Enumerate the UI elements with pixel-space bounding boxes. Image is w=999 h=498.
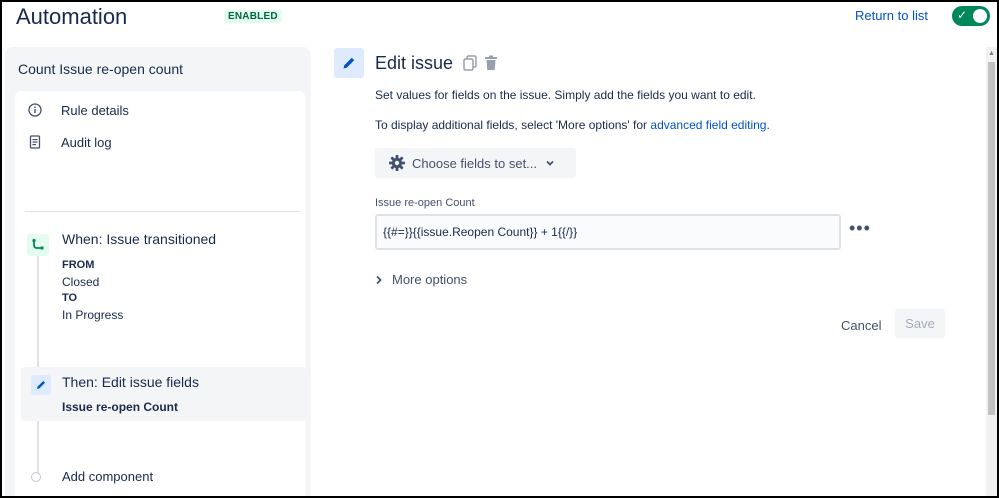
sidebar-item-label: Rule details — [61, 102, 129, 118]
scrollbar[interactable]: ▲ — [986, 47, 997, 496]
panel-title: Edit issue — [375, 53, 454, 73]
trigger-title[interactable]: When: Issue transitioned — [62, 231, 216, 247]
sidebar-item-audit-log[interactable]: Audit log — [25, 130, 295, 154]
trigger-icon[interactable] — [27, 234, 49, 256]
timeline-line — [37, 249, 39, 481]
gear-icon — [388, 154, 406, 172]
sidebar-item-label: Audit log — [61, 134, 112, 150]
rule-components-card: Rule details Audit log When: Issue trans… — [15, 91, 305, 496]
more-options-toggle[interactable]: More options — [375, 272, 467, 287]
rule-name: Count Issue re-open count — [18, 61, 183, 77]
rule-sidebar: Count Issue re-open count Rule details A… — [5, 47, 311, 496]
more-options-hint: To display additional fields, select 'Mo… — [375, 118, 770, 132]
chevron-down-icon — [545, 158, 555, 168]
sidebar-item-rule-details[interactable]: Rule details — [25, 98, 295, 122]
add-component-dot-icon — [31, 471, 41, 482]
pencil-icon — [334, 48, 364, 78]
status-badge: ENABLED — [224, 10, 282, 23]
choose-fields-label: Choose fields to set... — [412, 155, 538, 171]
issue-reopen-count-input[interactable] — [375, 214, 841, 250]
action-item-edit-issue[interactable]: Then: Edit issue fields Issue re-open Co… — [21, 367, 305, 421]
rule-enabled-toggle[interactable]: ✓ — [952, 6, 990, 26]
scroll-thumb[interactable] — [988, 62, 995, 415]
component-editor-panel: Edit issue Set values for fields on the … — [311, 42, 986, 496]
document-icon — [25, 135, 45, 149]
more-options-label: More options — [392, 272, 468, 287]
advanced-field-editing-link[interactable]: advanced field editing — [650, 118, 766, 132]
trigger-from-label: FROM — [62, 259, 95, 271]
chevron-right-icon — [375, 275, 383, 285]
trigger-from-value: Closed — [62, 275, 100, 289]
choose-fields-button[interactable]: Choose fields to set... — [375, 148, 576, 178]
save-button[interactable]: Save — [895, 309, 945, 338]
action-title: Then: Edit issue fields — [62, 374, 199, 390]
copy-icon[interactable] — [463, 55, 477, 76]
divider — [25, 211, 301, 212]
scroll-up-arrow-icon[interactable]: ▲ — [988, 50, 995, 57]
return-to-list-link[interactable]: Return to list — [855, 8, 928, 23]
top-header: Automation ENABLED Return to list ✓ — [2, 2, 997, 42]
more-actions-icon[interactable]: ••• — [849, 218, 871, 239]
trash-icon[interactable] — [484, 55, 498, 76]
action-subtitle: Issue re-open Count — [62, 400, 179, 414]
field-label: Issue re-open Count — [375, 197, 475, 209]
cancel-button[interactable]: Cancel — [839, 315, 883, 336]
add-component-label: Add component — [62, 469, 154, 484]
trigger-to-value: In Progress — [62, 308, 124, 322]
toggle-knob — [973, 9, 987, 23]
page-title: Automation — [16, 4, 128, 29]
trigger-to-label: TO — [62, 292, 78, 304]
pencil-icon — [31, 375, 51, 395]
check-icon: ✓ — [957, 8, 968, 22]
add-component-button[interactable]: Add component — [31, 469, 153, 484]
panel-description: Set values for fields on the issue. Simp… — [375, 88, 756, 102]
info-icon — [25, 103, 45, 117]
